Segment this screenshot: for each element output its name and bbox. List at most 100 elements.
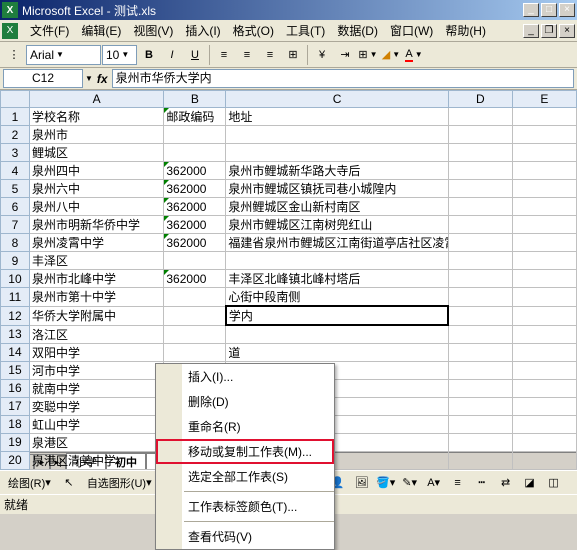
cell[interactable]: 泉州鲤城区金山新村南区 (226, 198, 448, 216)
cell[interactable] (512, 325, 576, 343)
cell[interactable] (448, 108, 512, 126)
row-header[interactable]: 3 (1, 144, 30, 162)
app-icon[interactable]: X (2, 23, 18, 39)
cell[interactable] (512, 126, 576, 144)
cell[interactable] (512, 306, 576, 325)
cell[interactable] (512, 397, 576, 415)
cell[interactable] (448, 288, 512, 307)
draw-menu[interactable]: 绘图(R) ▾ (3, 472, 56, 494)
cell[interactable] (164, 343, 226, 361)
cell[interactable] (226, 252, 448, 270)
row-header[interactable]: 4 (1, 162, 30, 180)
cell[interactable] (512, 361, 576, 379)
cell[interactable]: 泉州凌霄中学 (29, 234, 163, 252)
cell[interactable] (512, 288, 576, 307)
row-header[interactable]: 15 (1, 361, 30, 379)
cell[interactable] (512, 180, 576, 198)
cell[interactable] (448, 162, 512, 180)
cell[interactable]: 丰泽区北峰镇北峰村塔后 (226, 270, 448, 288)
cell[interactable]: 泉州市鲤城区镇抚司巷小城隍内 (226, 180, 448, 198)
3d-button[interactable]: ◫ (543, 472, 565, 494)
dashstyle-button[interactable]: ┅ (471, 472, 493, 494)
cell[interactable]: 泉州六中 (29, 180, 163, 198)
row-header[interactable]: 12 (1, 306, 30, 325)
cell[interactable] (448, 234, 512, 252)
row-header[interactable]: 19 (1, 433, 30, 451)
cell[interactable]: 洛江区 (29, 325, 163, 343)
menu-format[interactable]: 格式(O) (227, 20, 280, 41)
currency-button[interactable]: ¥ (311, 44, 333, 66)
fx-button[interactable]: fx (93, 72, 112, 86)
cell[interactable]: 泉州市第十中学 (29, 288, 163, 307)
row-header[interactable]: 13 (1, 325, 30, 343)
font-color-button[interactable]: A▼ (403, 44, 425, 66)
cell[interactable]: 泉州市鲤城新华路大寺后 (226, 162, 448, 180)
cell[interactable] (512, 415, 576, 433)
col-header-D[interactable]: D (448, 91, 512, 108)
doc-minimize-button[interactable]: _ (523, 24, 539, 38)
cell[interactable]: 362000 (164, 180, 226, 198)
cell[interactable] (512, 198, 576, 216)
cell[interactable]: 学校名称 (29, 108, 163, 126)
cell[interactable]: 362000 (164, 216, 226, 234)
name-box[interactable]: C12 (3, 69, 83, 88)
ctx-delete[interactable]: 删除(D) (156, 389, 334, 414)
ctx-tabcolor[interactable]: 工作表标签颜色(T)... (156, 494, 334, 519)
menu-window[interactable]: 窗口(W) (384, 20, 439, 41)
cell[interactable]: 362000 (164, 234, 226, 252)
menu-insert[interactable]: 插入(I) (179, 20, 226, 41)
cell[interactable]: 双阳中学 (29, 343, 163, 361)
picture-button[interactable]: 🖼 (351, 472, 373, 494)
cell[interactable]: 泉州八中 (29, 198, 163, 216)
cell[interactable] (448, 306, 512, 325)
col-header-E[interactable]: E (512, 91, 576, 108)
cell[interactable] (164, 306, 226, 325)
row-header[interactable]: 11 (1, 288, 30, 307)
align-left-button[interactable]: ≡ (213, 44, 235, 66)
cell[interactable]: 362000 (164, 270, 226, 288)
cell[interactable] (226, 325, 448, 343)
cell[interactable] (512, 216, 576, 234)
row-header[interactable]: 7 (1, 216, 30, 234)
maximize-button[interactable]: □ (541, 3, 557, 17)
cell[interactable]: 362000 (164, 162, 226, 180)
font-size-select[interactable]: 10▼ (102, 45, 137, 65)
name-dropdown[interactable]: ▼ (85, 74, 93, 83)
cell[interactable]: 华侨大学附属中 (29, 306, 163, 325)
cell[interactable] (512, 433, 576, 451)
cell[interactable]: 奕聪中学 (29, 397, 163, 415)
cell[interactable]: 362000 (164, 198, 226, 216)
cell[interactable]: 泉港区清美中学 (29, 451, 163, 469)
cell[interactable]: 泉州市鲤城区江南树兜红山 (226, 216, 448, 234)
col-header-B[interactable]: B (164, 91, 226, 108)
cell[interactable]: 泉州市明新华侨中学 (29, 216, 163, 234)
cell[interactable] (448, 216, 512, 234)
fill-color-button[interactable]: ◢▼ (380, 44, 402, 66)
linestyle-button[interactable]: ≡ (447, 472, 469, 494)
menu-tools[interactable]: 工具(T) (280, 20, 331, 41)
arrowstyle-button[interactable]: ⇄ (495, 472, 517, 494)
cell[interactable] (164, 144, 226, 162)
menu-help[interactable]: 帮助(H) (439, 20, 492, 41)
row-header[interactable]: 16 (1, 379, 30, 397)
cell[interactable] (512, 162, 576, 180)
cell[interactable]: 河市中学 (29, 361, 163, 379)
ctx-viewcode[interactable]: 查看代码(V) (156, 524, 334, 549)
cell[interactable] (164, 252, 226, 270)
cell[interactable] (448, 451, 512, 469)
linecolor-button[interactable]: ✎▾ (399, 472, 421, 494)
cell[interactable] (448, 379, 512, 397)
doc-restore-button[interactable]: ❐ (541, 24, 557, 38)
minimize-button[interactable]: _ (523, 3, 539, 17)
cell[interactable] (448, 180, 512, 198)
cell[interactable]: 地址 (226, 108, 448, 126)
cell[interactable]: 泉州市北峰中学 (29, 270, 163, 288)
ctx-move-or-copy[interactable]: 移动或复制工作表(M)... (156, 439, 334, 464)
ctx-insert[interactable]: 插入(I)... (156, 364, 334, 389)
col-header-A[interactable]: A (29, 91, 163, 108)
cell[interactable]: 鲤城区 (29, 144, 163, 162)
cell[interactable] (448, 252, 512, 270)
cell[interactable] (448, 144, 512, 162)
row-header[interactable]: 1 (1, 108, 30, 126)
cell[interactable] (512, 379, 576, 397)
